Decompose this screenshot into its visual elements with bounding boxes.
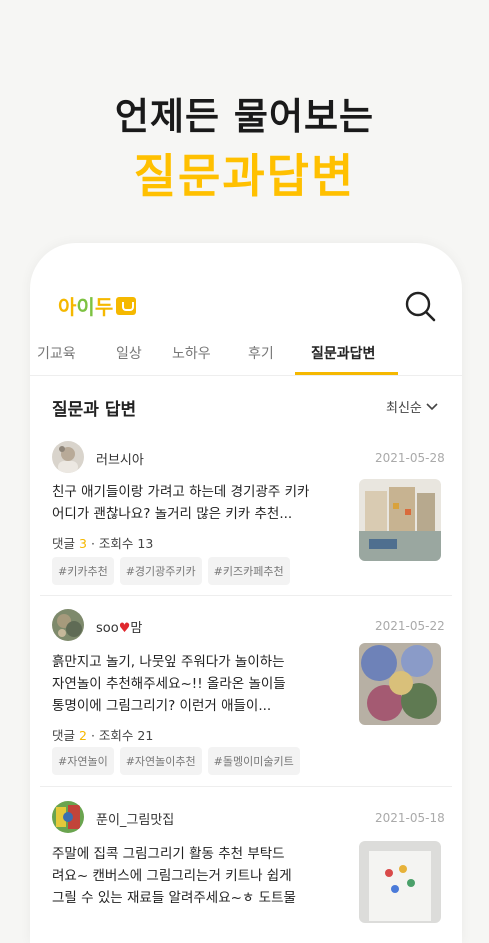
phone-frame: 아이두 기교육 일상 노하우 후기 질문과답변 질문과 답변 최신순 러브시아 … [30, 243, 462, 943]
category-tabs: 기교육 일상 노하우 후기 질문과답변 [30, 337, 462, 376]
nickname-part: 맘 [130, 621, 143, 636]
logo-text-2: 이 [76, 295, 95, 319]
sort-dropdown[interactable]: 최신순 [386, 397, 438, 416]
tab-qna[interactable]: 질문과답변 [311, 343, 375, 363]
post-text-line: 친구 애기들이랑 가려고 하는데 경기광주 키카 [52, 484, 310, 500]
tag-list: #키카추천 #경기광주키카 #키즈카페추천 [52, 557, 290, 585]
view-count: 조회수 13 [98, 536, 154, 551]
tab-education[interactable]: 기교육 [37, 343, 76, 363]
post-text-line: 그릴 수 있는 재료들 알려주세요~ㅎ 도트물 [52, 890, 296, 906]
heart-icon: ♥ [118, 621, 131, 636]
search-button[interactable] [403, 289, 437, 323]
stats-separator: · [90, 536, 95, 551]
tab-daily[interactable]: 일상 [116, 343, 142, 363]
search-icon [405, 291, 436, 322]
post-stats: 댓글 3 · 조회수 13 [52, 533, 153, 552]
thumbnail-image [359, 643, 441, 725]
hashtag[interactable]: #키카추천 [52, 557, 114, 585]
tab-review[interactable]: 후기 [248, 343, 274, 363]
author-nickname[interactable]: soo♥맘 [96, 617, 142, 636]
avatar-image [52, 441, 84, 473]
post-text[interactable]: 주말에 집콕 그림그리기 활동 추천 부탁드 려요~ 캔버스에 그림그리는거 키… [52, 843, 350, 909]
avatar[interactable] [52, 609, 84, 641]
hashtag[interactable]: #자연놀이 [52, 747, 114, 775]
hashtag[interactable]: #경기광주키카 [119, 557, 202, 585]
sort-label: 최신순 [386, 401, 422, 416]
thumbnail-image [359, 479, 441, 561]
post-date: 2021-05-22 [375, 619, 445, 633]
section-title: 질문과 답변 [52, 400, 137, 420]
hashtag[interactable]: #돌멩이미술키트 [207, 747, 300, 775]
post-thumbnail[interactable] [359, 643, 441, 725]
comment-count: 2 [79, 728, 87, 743]
post-text-line: 어디가 괜찮나요? 놀거리 많은 키카 추천... [52, 506, 293, 522]
logo-text-3: 두 [94, 295, 114, 319]
promo-headline: 언제든 물어보는 [114, 95, 375, 138]
comment-count: 3 [79, 536, 87, 551]
comment-label: 댓글 [52, 728, 76, 743]
comment-label: 댓글 [52, 536, 76, 551]
post-text-line: 주말에 집콕 그림그리기 활동 추천 부탁드 [52, 846, 285, 862]
post-date: 2021-05-18 [375, 811, 445, 825]
post-text-line: 려요~ 캔버스에 그림그리는거 키트나 쉽게 [52, 868, 292, 884]
thumbnail-image [359, 841, 441, 923]
stats-separator: · [90, 728, 95, 743]
nickname-part: soo [96, 621, 119, 636]
author-nickname[interactable]: 러브시아 [96, 449, 144, 468]
avatar[interactable] [52, 441, 84, 473]
tab-knowhow[interactable]: 노하우 [172, 343, 211, 363]
avatar[interactable] [52, 801, 84, 833]
chevron-down-icon [426, 402, 438, 410]
hashtag[interactable]: #자연놀이추천 [119, 747, 202, 775]
active-tab-indicator [295, 372, 398, 375]
divider [40, 786, 452, 787]
post-thumbnail[interactable] [359, 479, 441, 561]
post-date: 2021-05-28 [375, 451, 445, 465]
logo-text-1: 아 [58, 295, 77, 319]
tag-list: #자연놀이 #자연놀이추천 #돌멩이미술키트 [52, 747, 300, 775]
promo-title: 질문과답변 [133, 149, 356, 203]
post-text-line: 흙만지고 놀기, 나뭇잎 주워다가 놀이하는 [52, 654, 285, 670]
post-text-line: 통명이에 그림그리기? 이런거 애들이... [52, 698, 272, 714]
app-header: 아이두 [30, 243, 462, 333]
app-logo[interactable]: 아이두 [58, 291, 137, 320]
post-text[interactable]: 흙만지고 놀기, 나뭇잎 주워다가 놀이하는 자연놀이 추천해주세요~!! 올라… [52, 651, 350, 717]
view-count: 조회수 21 [98, 728, 154, 743]
author-nickname[interactable]: 푼이_그림맛집 [96, 809, 174, 828]
post-text[interactable]: 친구 애기들이랑 가려고 하는데 경기광주 키카 어디가 괜찮나요? 놀거리 많… [52, 481, 350, 525]
post-stats: 댓글 2 · 조회수 21 [52, 725, 153, 744]
logo-badge-icon [116, 296, 137, 315]
avatar-image [52, 609, 84, 641]
avatar-image [52, 801, 84, 833]
hashtag[interactable]: #키즈카페추천 [207, 557, 290, 585]
divider [40, 595, 452, 596]
post-text-line: 자연놀이 추천해주세요~!! 올라온 놀이들 [52, 676, 286, 692]
post-thumbnail[interactable] [359, 841, 441, 923]
